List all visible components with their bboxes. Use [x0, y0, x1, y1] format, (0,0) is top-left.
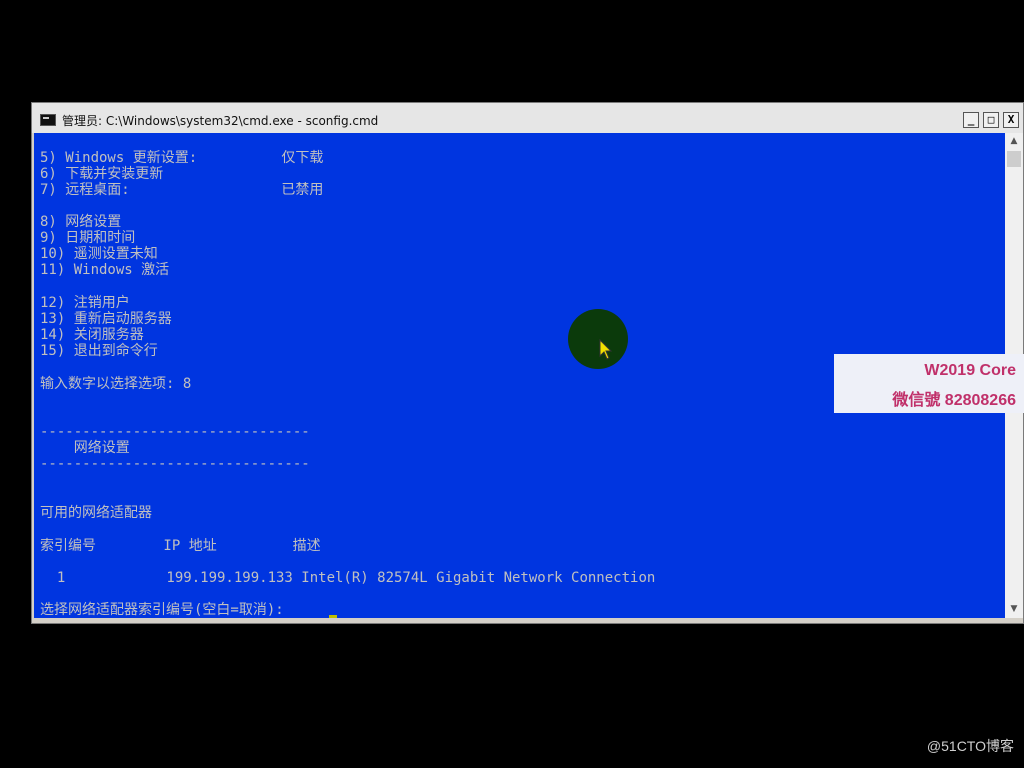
window-title: 管理员: C:\Windows\system32\cmd.exe - sconf…	[62, 114, 379, 128]
scroll-up-icon[interactable]: ▲	[1005, 133, 1023, 150]
console-line: 7) 远程桌面: 已禁用	[40, 182, 324, 198]
close-button[interactable]: X	[1003, 112, 1019, 128]
console-line: 网络设置	[40, 440, 130, 456]
console-line: 12) 注销用户	[40, 295, 130, 311]
console-line: 可用的网络适配器	[40, 505, 152, 521]
watermark: @51CTO博客	[926, 738, 1014, 754]
maximize-button[interactable]: □	[983, 112, 999, 128]
console-line: 5) Windows 更新设置: 仅下载	[40, 150, 324, 166]
title-bar[interactable]: 管理员: C:\Windows\system32\cmd.exe - sconf…	[32, 103, 1023, 133]
console-line: --------------------------------	[40, 424, 310, 440]
console-line: 9) 日期和时间	[40, 230, 136, 246]
console-line: --------------------------------	[40, 456, 310, 472]
scroll-thumb[interactable]	[1007, 151, 1021, 167]
console-line: 13) 重新启动服务器	[40, 311, 172, 327]
overlay-title: W2019 Core	[924, 362, 1016, 379]
console-prompt: 选择网络适配器索引编号(空白=取消):	[40, 602, 293, 618]
console-line: 1 199.199.199.133 Intel(R) 82574L Gigabi…	[40, 570, 656, 586]
console-line: 15) 退出到命令行	[40, 343, 158, 359]
overlay-subtitle: 微信號 82808266	[892, 392, 1016, 409]
console-line: 输入数字以选择选项: 8	[40, 376, 192, 392]
console-line: 索引编号 IP 地址 描述	[40, 538, 321, 554]
video-overlay-caption: W2019 Core 微信號 82808266	[834, 354, 1024, 413]
console-line: 6) 下载并安装更新	[40, 166, 164, 182]
scroll-down-icon[interactable]: ▼	[1005, 601, 1023, 618]
cmd-icon	[40, 114, 56, 126]
console-line: 10) 遥测设置未知	[40, 246, 158, 262]
minimize-button[interactable]: _	[963, 112, 979, 128]
text-cursor	[329, 615, 337, 618]
mouse-pointer-icon	[599, 339, 613, 360]
console-line: 8) 网络设置	[40, 214, 122, 230]
cursor-highlight	[568, 309, 628, 369]
console-line: 11) Windows 激活	[40, 262, 170, 278]
console-line: 14) 关闭服务器	[40, 327, 144, 343]
